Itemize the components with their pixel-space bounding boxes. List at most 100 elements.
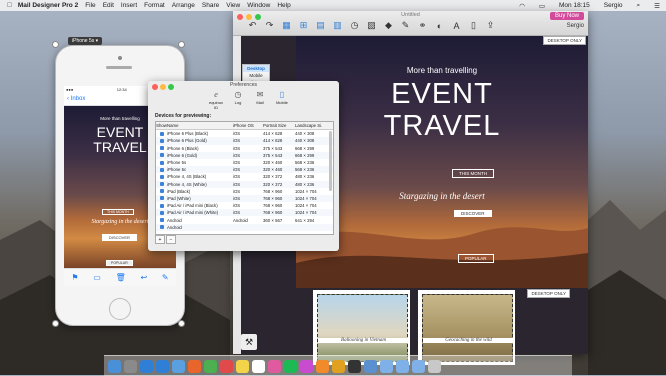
popular-label[interactable]: POPULAR — [458, 254, 494, 263]
grid-icon[interactable]: ▤ — [315, 20, 326, 31]
folder-icon[interactable] — [380, 359, 393, 373]
email-preview[interactable]: DESKTOP ONLY More than travelling EVENT … — [296, 36, 588, 288]
clock[interactable]: Mon 18:15 — [559, 2, 590, 9]
launchpad-icon[interactable] — [124, 359, 137, 373]
align-icon[interactable]: ⊞ — [298, 20, 309, 31]
reply-icon[interactable]: ↩ — [140, 273, 147, 282]
color-icon[interactable]: ◐ — [434, 20, 445, 31]
discover-button[interactable]: DISCOVER — [454, 210, 492, 217]
preview-icon[interactable]: ▯ — [468, 20, 479, 31]
user-menu[interactable]: Sergio — [604, 2, 623, 9]
app-menu[interactable]: Mail Designer Pro 2 — [18, 2, 78, 9]
table-row[interactable]: iPhone 6 (Black) iOS 375 × 543 668 × 299 — [156, 145, 333, 152]
appstore-icon[interactable] — [156, 359, 169, 373]
table-row[interactable]: iPhone 4, 4S (White) iOS 320 × 372 480 × 23… — [156, 180, 333, 188]
battery-icon[interactable]: ▭ — [539, 2, 545, 10]
col-show[interactable]: Show — [156, 123, 167, 128]
table-row[interactable]: iPad Air / iPad mini (Black) iOS 768 × 960… — [156, 202, 333, 209]
table-row[interactable]: iPhone 4, 4S (Black) iOS 320 × 372 480 × 23… — [156, 173, 333, 180]
prefs-close-button[interactable] — [152, 84, 158, 90]
undo-icon[interactable]: ↶ — [247, 20, 258, 31]
show-checkbox[interactable] — [156, 189, 167, 194]
show-checkbox[interactable] — [156, 138, 167, 143]
tab-mobile[interactable]: ▯ Mobile — [274, 90, 290, 110]
show-checkbox[interactable] — [156, 182, 167, 187]
table-row[interactable]: iPhone 6 Plus (Gold) iOS 414 × 628 440 × 30… — [156, 137, 333, 145]
table-row[interactable]: iPhone 5s iOS 320 × 460 568 × 236 — [156, 159, 333, 166]
arrange-icon[interactable]: ▥ — [332, 20, 343, 31]
flag-icon[interactable]: ⚑ — [71, 273, 78, 282]
compose-icon[interactable]: ✎ — [162, 273, 169, 282]
phone-discover-button[interactable]: DISCOVER — [102, 234, 137, 241]
col-landscape[interactable]: Landscape Si. — [295, 123, 329, 128]
table-row[interactable]: Android Android 360 × 567 641 × 294 — [156, 216, 333, 223]
menu-window[interactable]: Window — [247, 2, 270, 9]
layout-icon[interactable]: ▦ — [281, 20, 292, 31]
spotify-icon[interactable] — [284, 359, 297, 373]
reminders-icon[interactable] — [252, 359, 265, 373]
folder-icon[interactable]: ▭ — [93, 273, 101, 282]
show-checkbox[interactable] — [156, 196, 167, 201]
notifications-icon[interactable]: ☰ — [654, 2, 660, 10]
resize-handle-br[interactable] — [178, 320, 185, 327]
image-icon[interactable]: ▧ — [366, 20, 377, 31]
table-row[interactable]: Android — [156, 223, 333, 231]
buy-now-button[interactable]: Buy Now — [549, 12, 584, 20]
table-row[interactable]: iPad Air / iPad mini (White) iOS 768 × 960… — [156, 209, 333, 217]
photo-ballooning[interactable] — [313, 290, 410, 365]
show-checkbox[interactable] — [156, 203, 167, 208]
wifi-icon[interactable]: ◠ — [519, 2, 525, 10]
tab-desktop[interactable]: Desktop — [243, 65, 269, 72]
show-checkbox[interactable] — [156, 167, 167, 172]
table-row[interactable]: iPhone 6 Plus (Black) iOS 414 × 628 440 × 3… — [156, 130, 333, 137]
menu-arrange[interactable]: Arrange — [172, 2, 195, 9]
menu-edit[interactable]: Edit — [103, 2, 114, 9]
ibooks-icon[interactable] — [316, 359, 329, 373]
notes-icon[interactable] — [236, 359, 249, 373]
tab-mobile[interactable]: Mobile — [243, 72, 269, 79]
show-checkbox[interactable] — [156, 160, 167, 165]
terminal-icon[interactable] — [348, 359, 361, 373]
tab-equinux-id[interactable]: e equinux ID — [208, 90, 224, 110]
col-portrait[interactable]: Portrait Size — [263, 123, 295, 128]
resize-handle-bl[interactable] — [52, 320, 59, 327]
show-checkbox[interactable] — [156, 225, 167, 230]
chrome-icon[interactable] — [204, 359, 217, 373]
resize-handle-tr[interactable] — [178, 41, 185, 48]
menu-view[interactable]: View — [226, 2, 240, 9]
menu-format[interactable]: Format — [144, 2, 165, 9]
prefs-zoom-button[interactable] — [168, 84, 174, 90]
brush-icon[interactable]: ✎ — [400, 20, 411, 31]
itunes-icon[interactable] — [300, 359, 313, 373]
sketch-icon[interactable] — [332, 359, 345, 373]
resize-handle-tl[interactable] — [52, 41, 59, 48]
preview-icon[interactable] — [364, 359, 377, 373]
photo-geocaching[interactable] — [418, 290, 515, 365]
this-month-label[interactable]: THIS MONTH — [452, 169, 494, 178]
prefs-minimize-button[interactable] — [160, 84, 166, 90]
table-row[interactable]: iPad (Black) iOS 768 × 960 1024 × 704 — [156, 188, 333, 195]
folder-icon[interactable] — [412, 359, 425, 373]
show-checkbox[interactable] — [156, 174, 167, 179]
search-icon[interactable]: ⌕ — [637, 2, 641, 10]
show-checkbox[interactable] — [156, 153, 167, 158]
phone-popular[interactable]: POPULAR — [106, 260, 133, 266]
finder-icon[interactable] — [108, 359, 121, 373]
menu-insert[interactable]: Insert — [121, 2, 137, 9]
trash-icon[interactable]: 🗑 — [116, 273, 126, 282]
tab-log[interactable]: ◷ Log — [230, 90, 246, 110]
device-selector[interactable]: iPhone 5s ▾ — [68, 37, 103, 45]
menu-file[interactable]: File — [85, 2, 95, 9]
safari-icon[interactable] — [140, 359, 153, 373]
menu-share[interactable]: Share — [202, 2, 219, 9]
show-checkbox[interactable] — [156, 218, 167, 223]
shape-icon[interactable]: ◆ — [383, 20, 394, 31]
col-name[interactable]: Name — [167, 123, 233, 128]
share-icon[interactable]: ⇪ — [485, 20, 496, 31]
menu-help[interactable]: Help — [277, 2, 290, 9]
text-icon[interactable]: A — [451, 20, 462, 31]
remove-device-button[interactable]: − — [166, 235, 176, 244]
link-icon[interactable]: ⚭ — [417, 20, 428, 31]
show-checkbox[interactable] — [156, 146, 167, 151]
hammer-icon[interactable]: ⚒ — [241, 334, 257, 350]
